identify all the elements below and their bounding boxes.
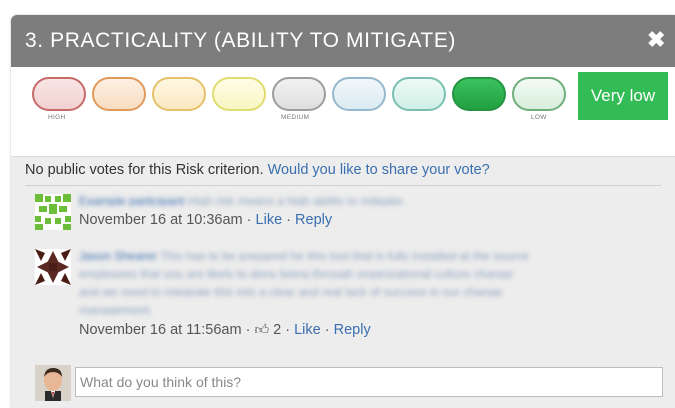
- comment-text-content: This has to be prepared for this tool th…: [160, 249, 530, 261]
- comment-date: November 16 at 10:36am: [79, 212, 243, 228]
- rating-pill-6[interactable]: [332, 77, 386, 111]
- divider: [25, 185, 661, 186]
- selected-rating-very-low[interactable]: Very low: [578, 72, 668, 120]
- comment-text-content: High risk means a high ability to mitiga…: [187, 194, 406, 206]
- separator: ·: [245, 322, 251, 338]
- user-avatar: [35, 365, 71, 401]
- like-link[interactable]: Like: [256, 212, 283, 228]
- scale-label-medium: MEDIUM: [281, 114, 310, 121]
- rating-pill-5[interactable]: [272, 77, 326, 111]
- comment-input[interactable]: [75, 367, 663, 397]
- reply-link[interactable]: Reply: [334, 322, 371, 338]
- comment-author[interactable]: Example participant: [79, 194, 184, 206]
- comment-text: Jason Shearer This has to be prepared fo…: [79, 249, 649, 261]
- comment-text: Example participant High risk means a hi…: [79, 194, 649, 206]
- comments-section: No public votes for this Risk criterion.…: [11, 157, 675, 408]
- rating-pill-1[interactable]: [32, 77, 86, 111]
- comment-text: management.: [79, 303, 153, 315]
- rating-pill-9[interactable]: [512, 77, 566, 111]
- modal-title: 3. PRACTICALITY (ABILITY TO MITIGATE): [25, 29, 457, 52]
- rating-pill-8[interactable]: [452, 77, 506, 111]
- risk-criterion-modal: 3. PRACTICALITY (ABILITY TO MITIGATE) ✖ …: [11, 15, 675, 408]
- reply-link[interactable]: Reply: [295, 212, 332, 228]
- no-votes-text: No public votes for this Risk criterion.: [25, 162, 264, 178]
- identicon-avatar: [35, 249, 71, 285]
- no-votes-message: No public votes for this Risk criterion.…: [25, 162, 490, 178]
- comment-body: Jason Shearer This has to be prepared fo…: [79, 249, 649, 338]
- modal-header: 3. PRACTICALITY (ABILITY TO MITIGATE) ✖: [11, 15, 675, 67]
- scale-label-low: LOW: [531, 114, 547, 121]
- separator: ·: [285, 322, 291, 338]
- scale-label-high: HIGH: [48, 114, 66, 121]
- comment-meta: November 16 at 11:56am · 👍︎ 2 · Like · R…: [79, 321, 649, 338]
- separator: ·: [286, 212, 292, 228]
- identicon-avatar: [35, 194, 71, 230]
- comment-date: November 16 at 11:56am: [79, 322, 242, 338]
- comment-text: and we need to integrate this into a cle…: [79, 285, 503, 297]
- separator: ·: [246, 212, 252, 228]
- close-icon[interactable]: ✖: [647, 29, 667, 51]
- like-link[interactable]: Like: [294, 322, 321, 338]
- comment-body: Example participant High risk means a hi…: [79, 194, 649, 228]
- comment-text: employees that you are likely to deny be…: [79, 267, 514, 279]
- separator: ·: [324, 322, 330, 338]
- thumbs-up-icon: 👍︎: [254, 321, 270, 337]
- rating-pill-7[interactable]: [392, 77, 446, 111]
- comment-author[interactable]: Jason Shearer: [79, 249, 157, 261]
- share-vote-link[interactable]: Would you like to share your vote?: [268, 162, 490, 178]
- rating-pill-3[interactable]: [152, 77, 206, 111]
- rating-pill-4[interactable]: [212, 77, 266, 111]
- rating-scale: HIGH MEDIUM LOW Very low: [11, 67, 675, 157]
- like-count: 2: [273, 322, 282, 338]
- rating-pill-2[interactable]: [92, 77, 146, 111]
- comment-meta: November 16 at 10:36am · Like · Reply: [79, 212, 649, 228]
